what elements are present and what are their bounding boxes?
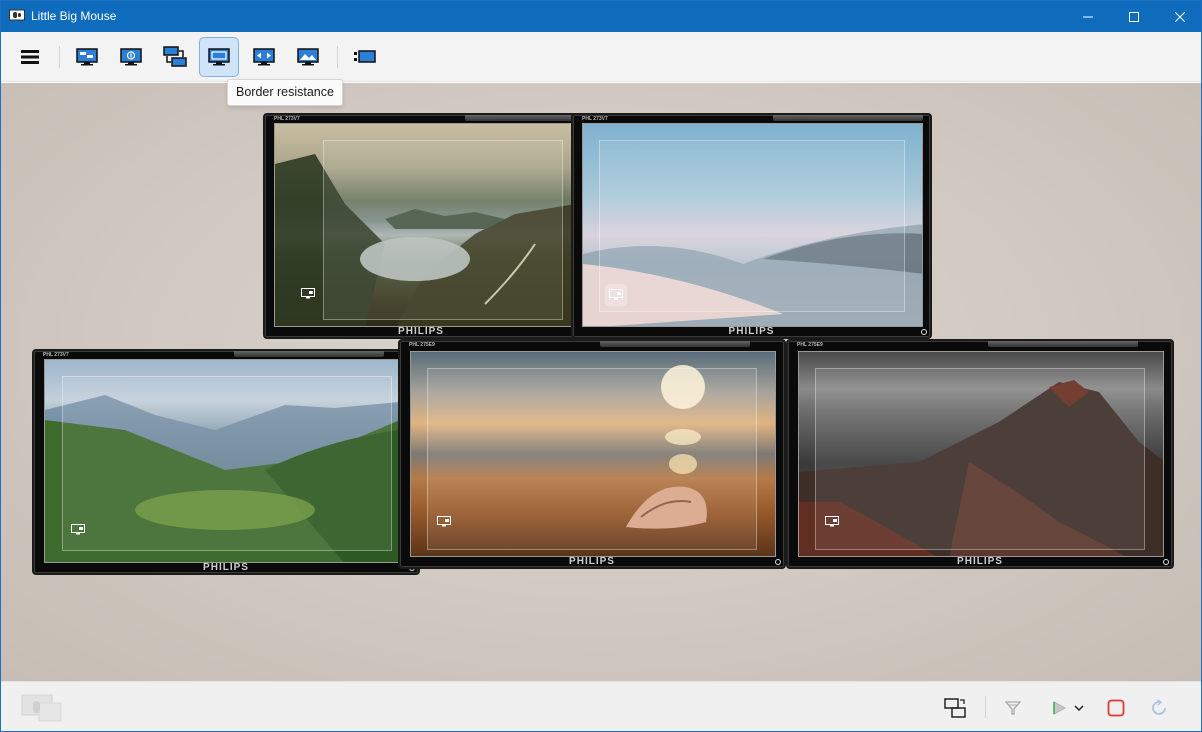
start-options-dropdown[interactable] <box>1069 694 1089 722</box>
info-button[interactable] <box>111 37 151 77</box>
monitor-model-label: PHL 273V7 <box>274 116 300 122</box>
wallpaper-button[interactable] <box>288 37 328 77</box>
app-logo <box>21 690 63 724</box>
stop-button[interactable] <box>1102 694 1130 722</box>
maximize-icon <box>1129 11 1139 22</box>
monitor-bezel-bar <box>600 341 750 347</box>
monitor-bezel-bar <box>773 115 923 121</box>
power-icon <box>775 559 781 565</box>
border-overlay <box>62 376 392 551</box>
monitor-screen <box>44 359 399 563</box>
monitor-screen <box>798 351 1164 557</box>
monitor-border-icon <box>208 48 230 66</box>
monitor-5[interactable]: PHL 275E9 PHILIPS <box>786 339 1174 569</box>
monitor-canvas[interactable]: PHL 273V7 PHILIPS PHL 273V7 PHILIPS PHL … <box>1 83 1201 681</box>
tooltip: Border resistance <box>227 79 343 106</box>
monitor-1[interactable]: PHL 273V7 PHILIPS <box>263 113 615 339</box>
monitor-brand-label: PHILIPS <box>203 562 249 573</box>
window-title: Little Big Mouse <box>31 9 117 23</box>
monitor-model-label: PHL 275E9 <box>797 342 823 348</box>
minimize-icon <box>1083 16 1093 17</box>
status-bar <box>1 681 1201 731</box>
monitor-bezel-bar <box>234 351 384 357</box>
maximize-button[interactable] <box>1111 1 1157 32</box>
monitor-arrows-icon <box>253 48 275 66</box>
stack-button[interactable] <box>155 37 195 77</box>
monitor-stack-icon <box>163 46 187 67</box>
undo-icon <box>1152 699 1166 715</box>
display-icon <box>437 516 451 527</box>
app-logo-icon <box>21 694 62 722</box>
title-bar[interactable]: Little Big Mouse <box>1 1 1201 32</box>
play-icon <box>1053 701 1066 715</box>
monitor-swap-icon <box>944 698 966 718</box>
border-overlay <box>323 140 563 320</box>
monitor-screen <box>274 123 574 327</box>
monitor-screen <box>582 123 923 327</box>
display-icon <box>609 289 623 300</box>
monitor-list-icon <box>354 50 376 63</box>
menu-button[interactable] <box>10 37 50 77</box>
monitor-brand-label: PHILIPS <box>957 556 1003 567</box>
monitor-wallpaper-icon <box>297 48 319 66</box>
border-overlay <box>599 140 905 312</box>
monitor-3[interactable]: PHL 273V7 PHILIPS <box>32 349 420 575</box>
monitor-4[interactable]: PHL 275E9 PHILIPS <box>398 339 786 569</box>
undo-button[interactable] <box>1146 694 1174 722</box>
layout-button[interactable] <box>67 37 107 77</box>
monitor-model-label: PHL 273V7 <box>582 116 608 122</box>
monitor-info-icon <box>120 48 142 66</box>
monitor-layout-icon <box>76 48 98 66</box>
border-resistance-button[interactable] <box>199 37 239 77</box>
power-icon <box>921 329 927 335</box>
statusbar-separator <box>985 696 986 718</box>
hamburger-menu-icon <box>21 50 39 64</box>
monitor-model-label: PHL 273V7 <box>43 352 69 358</box>
border-overlay <box>815 368 1145 550</box>
stop-icon <box>1107 699 1125 717</box>
monitor-brand-label: PHILIPS <box>398 326 444 337</box>
close-icon <box>1175 11 1185 22</box>
minimize-button[interactable] <box>1065 1 1111 32</box>
app-window: Little Big Mouse Border resistance PHL 2… <box>0 0 1202 732</box>
display-icon <box>71 524 85 535</box>
monitor-bezel-bar <box>988 341 1138 347</box>
filter-icon <box>1005 701 1021 715</box>
toolbar <box>1 32 1201 82</box>
monitor-brand-label: PHILIPS <box>569 556 615 567</box>
display-icon <box>301 288 315 299</box>
dropdown-chevron-icon <box>1074 704 1084 711</box>
monitor-screen <box>410 351 776 557</box>
swap-monitors-button[interactable] <box>941 694 969 722</box>
toolbar-separator <box>337 46 338 68</box>
arrows-button[interactable] <box>244 37 284 77</box>
monitor-model-label: PHL 275E9 <box>409 342 435 348</box>
filter-button[interactable] <box>999 694 1027 722</box>
display-icon <box>825 516 839 527</box>
close-button[interactable] <box>1157 1 1201 32</box>
border-overlay <box>427 368 757 550</box>
list-button[interactable] <box>345 37 385 77</box>
app-mouse-icon <box>9 9 25 21</box>
power-icon <box>1163 559 1169 565</box>
monitor-brand-label: PHILIPS <box>728 326 775 337</box>
toolbar-separator <box>59 46 60 68</box>
monitor-2[interactable]: PHL 273V7 PHILIPS <box>571 113 932 339</box>
